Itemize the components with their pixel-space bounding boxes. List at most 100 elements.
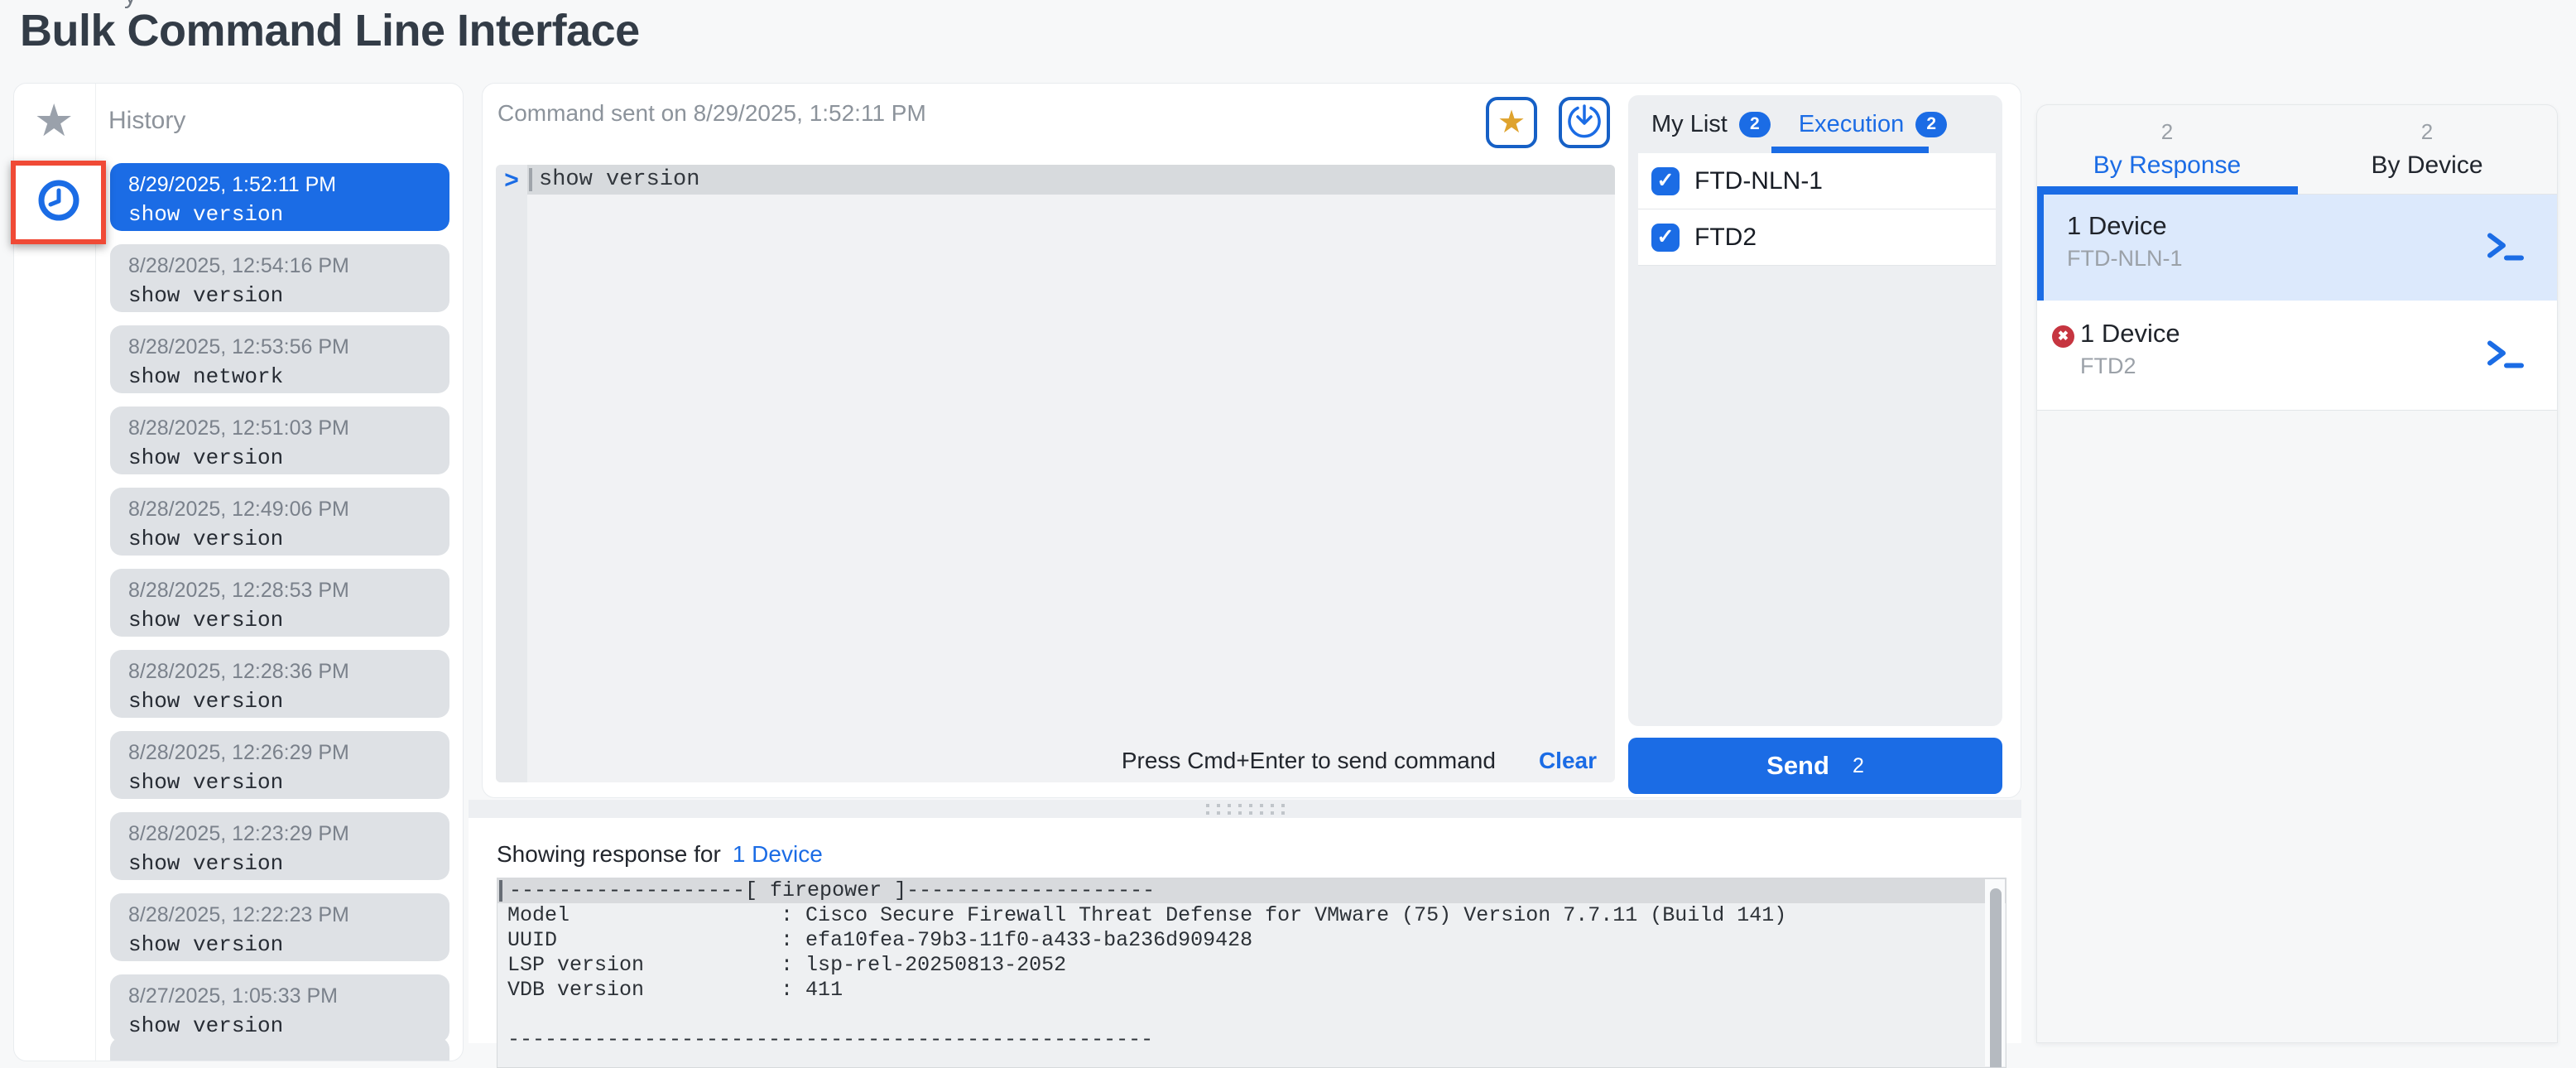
command-current-line[interactable]: show version [527,165,1615,195]
tab-execution-label: Execution [1799,111,1904,138]
tab-by-device[interactable]: 2 By Device [2297,105,2557,194]
prompt-chevron-icon: > [496,166,527,195]
by-response-count: 2 [2161,119,2173,145]
history-timestamp: 8/28/2025, 12:51:03 PM [128,416,449,440]
group-device-name: FTD-NLN-1 [2067,246,2183,272]
history-item[interactable]: 8/27/2025, 1:05:33 PM show version [110,974,449,1042]
group-title: 1 Device [2080,319,2180,349]
showing-response-label: Showing response for [497,841,721,868]
by-device-label: By Device [2371,152,2482,180]
history-item[interactable]: 8/28/2025, 12:28:36 PM show version [110,650,449,718]
history-timestamp: 8/27/2025, 1:05:33 PM [128,984,449,1008]
terminal-icon[interactable] [2484,229,2524,267]
my-list-count-badge: 2 [1739,112,1771,137]
star-icon: ★ [1497,107,1526,138]
response-group-row[interactable]: 1 Device FTD-NLN-1 [2037,195,2557,301]
history-command: show version [128,689,449,714]
history-timestamp: 8/29/2025, 1:52:11 PM [128,173,449,197]
device-name: FTD-NLN-1 [1694,167,1823,195]
history-command: show version [128,445,449,470]
history-command: show version [128,770,449,795]
by-response-label: By Response [2093,152,2241,180]
device-checkbox-checked[interactable]: ✓ [1651,167,1680,195]
output-line-text: -------------------[ firepower ]--------… [509,878,1155,903]
page-title: Bulk Command Line Interface [20,5,640,56]
history-heading: History [108,107,185,135]
history-item[interactable]: 8/28/2025, 12:51:03 PM show version [110,407,449,474]
clear-button[interactable]: Clear [1539,748,1597,774]
history-list: 8/29/2025, 1:52:11 PM show version 8/28/… [110,163,449,1042]
response-device-link[interactable]: 1 Device [733,841,823,868]
terminal-icon[interactable] [2484,336,2524,375]
history-command: show version [128,851,449,876]
send-label: Send [1766,751,1829,781]
output-line: VDB version : 411 [497,978,2006,1003]
terminal-output[interactable]: -------------------[ firepower ]--------… [497,878,2006,1068]
history-item[interactable]: 8/28/2025, 12:22:23 PM show version [110,893,449,961]
tab-by-response[interactable]: 2 By Response [2037,105,2297,194]
output-cursor [499,880,502,902]
favorite-command-button[interactable]: ★ [1486,97,1537,148]
panel-resize-handle[interactable] [469,800,2021,818]
favorites-star-icon[interactable]: ★ [34,99,74,143]
history-item[interactable]: 8/28/2025, 12:49:06 PM show version [110,488,449,556]
history-item[interactable]: 8/28/2025, 12:26:29 PM show version [110,731,449,799]
results-tabs: 2 By Response 2 By Device [2037,105,2557,195]
output-line: ----------------------------------------… [497,1027,2006,1052]
history-item-partial[interactable] [110,1037,449,1061]
send-device-count: 2 [1853,754,1864,778]
history-timestamp: 8/28/2025, 12:22:23 PM [128,903,449,927]
text-cursor [529,168,532,191]
command-footer: Press Cmd+Enter to send command Clear [1122,748,1597,774]
history-command: show network [128,364,449,389]
history-item[interactable]: 8/29/2025, 1:52:11 PM show version [110,163,449,231]
active-tab-underline [1771,147,1929,153]
device-row[interactable]: ✓ FTD-NLN-1 [1638,153,1996,209]
history-timestamp: 8/28/2025, 12:53:56 PM [128,335,449,359]
history-item[interactable]: 8/28/2025, 12:53:56 PM show network [110,325,449,393]
send-button[interactable]: Send 2 [1628,738,2002,794]
history-command: show version [128,1013,449,1038]
output-line: LSP version : lsp-rel-20250813-2052 [497,953,2006,978]
response-panel: Showing response for 1 Device ----------… [469,818,2021,1043]
device-name: FTD2 [1694,224,1757,252]
scrollbar-thumb[interactable] [1990,888,2002,1068]
output-line: Model : Cisco Secure Firewall Threat Def… [497,903,2006,928]
history-timestamp: 8/28/2025, 12:49:06 PM [128,498,449,522]
device-checkbox-checked[interactable]: ✓ [1651,224,1680,252]
history-timestamp: 8/28/2025, 12:26:29 PM [128,741,449,765]
history-item[interactable]: 8/28/2025, 12:54:16 PM show version [110,244,449,312]
checkmark-icon: ✓ [1657,171,1675,191]
command-sent-header: Command sent on 8/29/2025, 1:52:11 PM [497,100,926,127]
group-device-name: FTD2 [2080,354,2180,379]
tab-execution[interactable]: Execution 2 [1799,111,1947,138]
active-results-tab-underline [2037,186,2298,195]
tab-my-list-label: My List [1651,111,1728,138]
response-group-row[interactable]: ✖ 1 Device FTD2 [2037,301,2557,411]
download-response-button[interactable] [1559,97,1610,148]
history-command: show version [128,608,449,633]
history-timestamp: 8/28/2025, 12:28:36 PM [128,660,449,684]
by-device-count: 2 [2421,119,2433,145]
grip-dots-icon [1206,804,1285,815]
device-list: ✓ FTD-NLN-1 ✓ FTD2 [1638,153,1996,266]
history-item[interactable]: 8/28/2025, 12:23:29 PM show version [110,812,449,880]
error-icon: ✖ [2052,325,2074,348]
checkmark-icon: ✓ [1657,227,1675,248]
command-input-area[interactable]: > show version Press Cmd+Enter to send c… [496,165,1615,782]
device-tabs: My List 2 Execution 2 [1628,95,2002,153]
clock-history-icon[interactable] [37,179,80,226]
output-line-highlighted: -------------------[ firepower ]--------… [497,878,2006,903]
tab-my-list[interactable]: My List 2 [1651,111,1771,138]
download-icon [1566,103,1603,143]
device-row[interactable]: ✓ FTD2 [1638,209,1996,266]
history-item[interactable]: 8/28/2025, 12:28:53 PM show version [110,569,449,637]
output-line [497,1003,2006,1027]
device-selection-panel: My List 2 Execution 2 ✓ FTD-NLN-1 ✓ FTD2 [1628,95,2002,726]
command-panel: Command sent on 8/29/2025, 1:52:11 PM ★ … [482,83,2021,798]
history-command: show version [128,527,449,551]
history-command: show version [128,932,449,957]
history-timestamp: 8/28/2025, 12:28:53 PM [128,579,449,603]
results-panel: 2 By Response 2 By Device 1 Device FTD-N… [2036,104,2558,1043]
execution-count-badge: 2 [1915,112,1947,137]
